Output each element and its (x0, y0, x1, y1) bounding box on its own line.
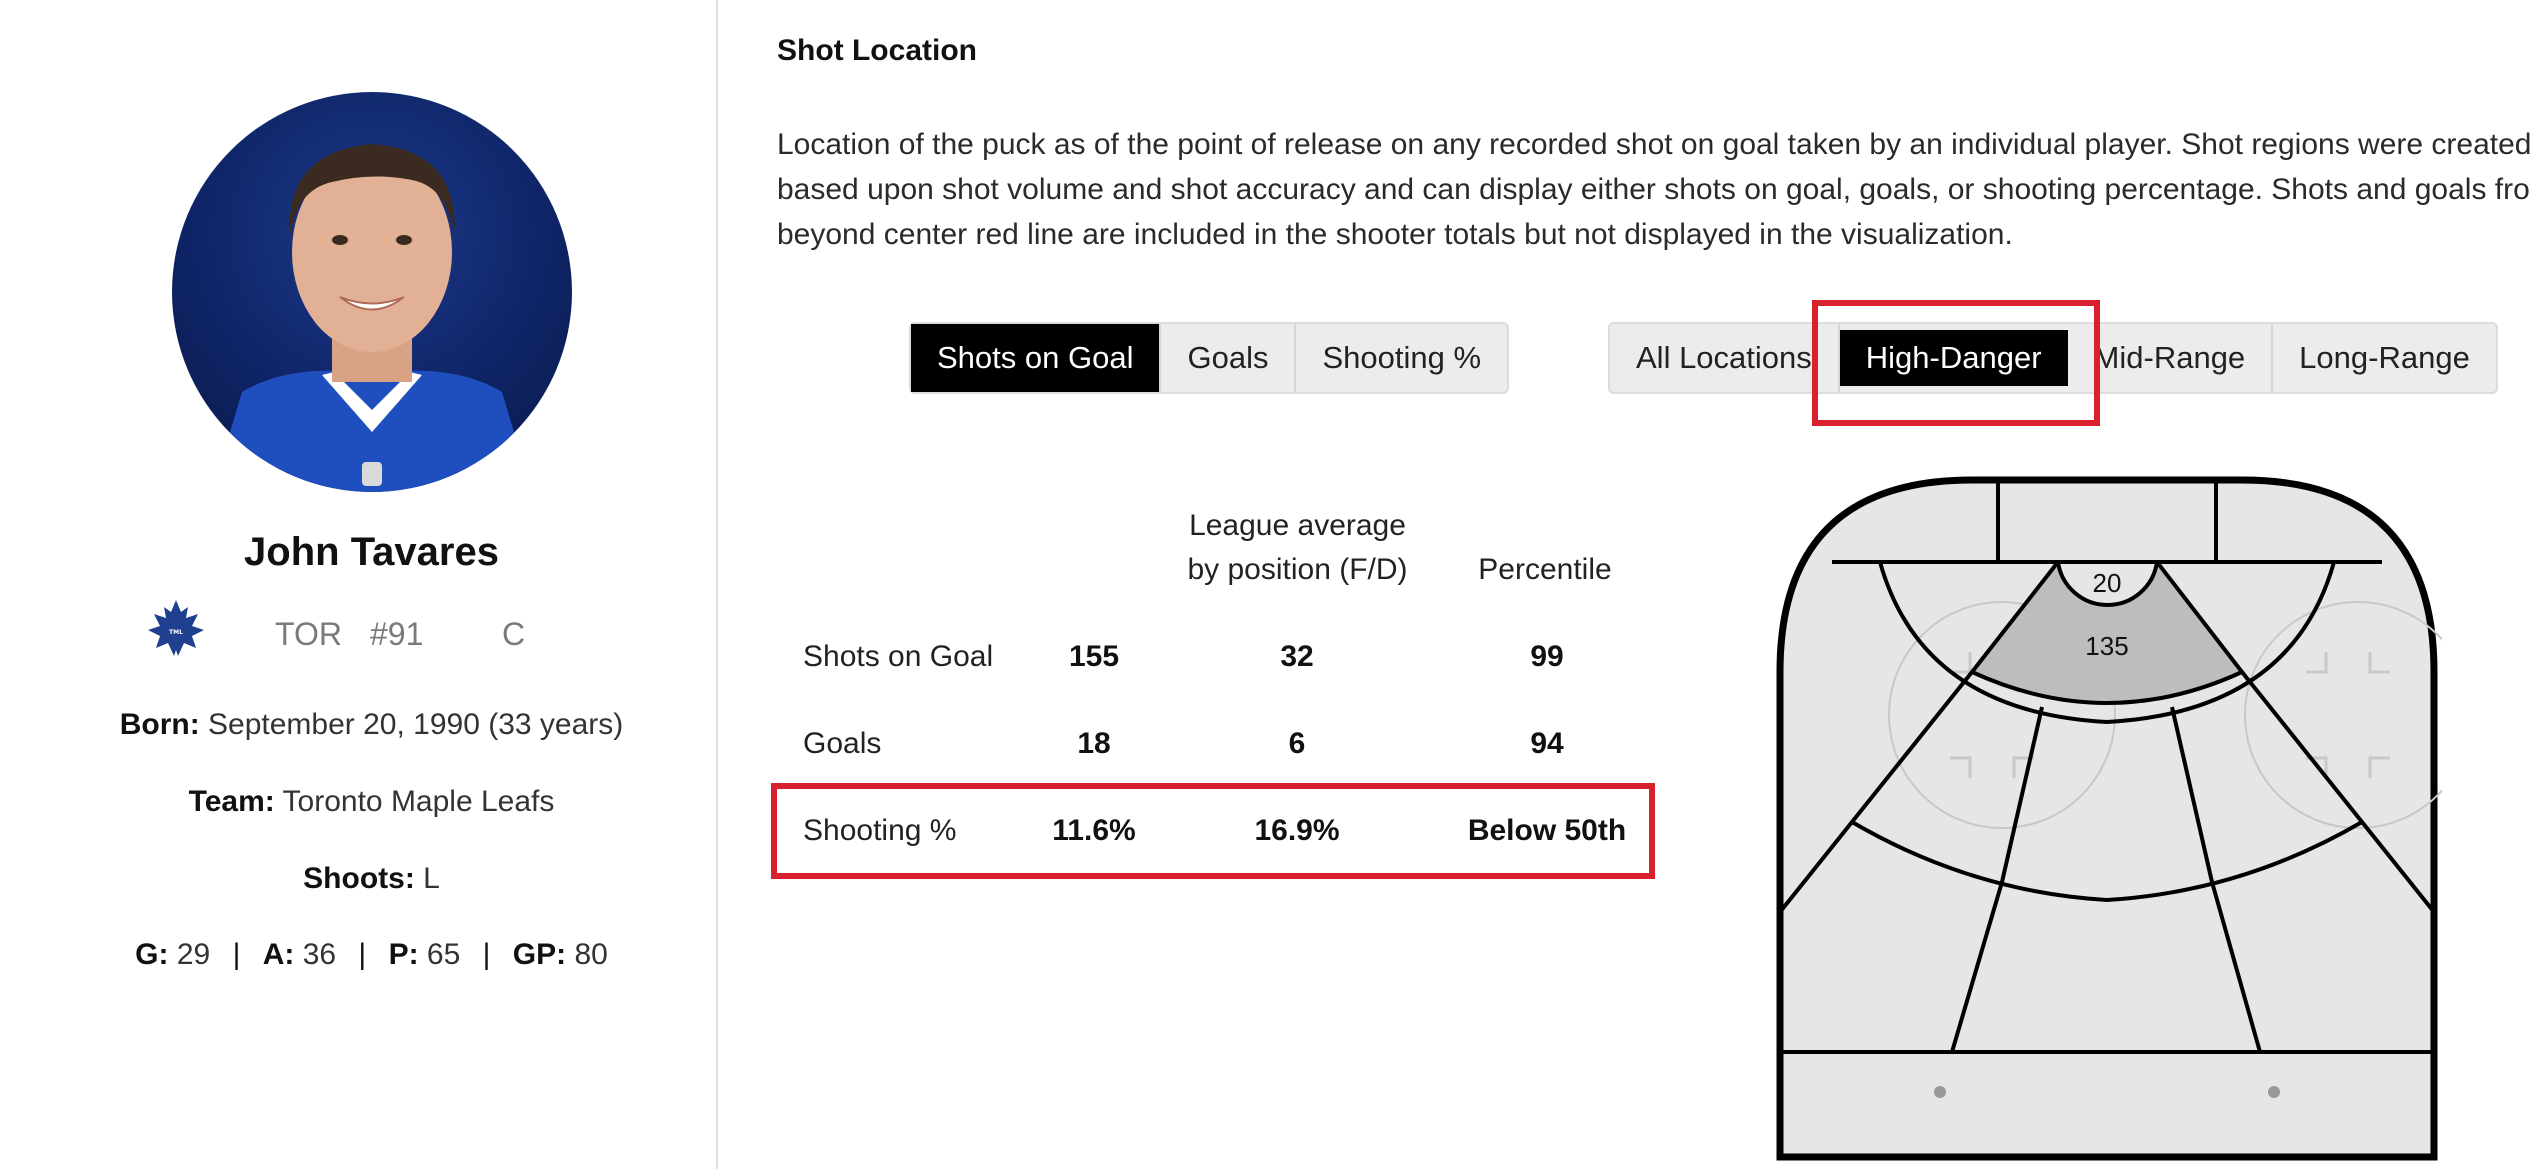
stat-points-value: 65 (426, 938, 461, 971)
player-photo (212, 144, 532, 492)
row-label-shots-on-goal: Shots on Goal (803, 640, 994, 673)
section-description: Location of the puck as of the point of … (777, 128, 2530, 251)
goals-league-average: 6 (1288, 727, 1306, 760)
player-name: John Tavares (244, 530, 499, 574)
stat-goals-label: G: (135, 938, 169, 971)
shooting-pct-button[interactable]: Shooting % (1296, 324, 1507, 392)
league-average-header: League average by position (F/D) (1155, 504, 1440, 592)
season-stats: G: 29 | A: 36 | P: 65 | GP: 80 (0, 938, 743, 972)
shots-on-goal-percentile: 99 (1530, 640, 1564, 673)
range-toggle: All Locations High-Danger Mid-Range Long… (1608, 322, 2498, 394)
team-label: Team: (188, 785, 275, 818)
player-sidebar: John Tavares TML TOR #91 C Born: Septemb… (0, 0, 718, 1169)
goals-percentile: 94 (1530, 727, 1564, 760)
league-average-header-line2: by position (F/D) (1187, 553, 1408, 586)
player-position: C (502, 616, 526, 652)
shoots-label: Shoots: (303, 862, 415, 895)
shots-on-goal-value: 155 (1068, 640, 1120, 673)
shot-location-rink: 20 135 (1776, 476, 2442, 1161)
shooting-pct-percentile: Below 50th (1467, 814, 1627, 847)
svg-text:TML: TML (169, 629, 183, 636)
percentile-header: Percentile (1478, 553, 1612, 586)
maple-leaf-logo-icon: TML (144, 598, 208, 662)
stat-goals-value: 29 (176, 938, 211, 971)
shots-on-goal-league-average: 32 (1280, 640, 1314, 673)
shooting-pct-value: 11.6% (1052, 814, 1136, 847)
stat-assists-label: A: (262, 938, 295, 971)
stat-separator: | (232, 938, 241, 971)
born-line: Born: September 20, 1990 (33 years) (0, 708, 743, 742)
long-range-button[interactable]: Long-Range (2273, 324, 2496, 392)
team-abbreviation: TOR (275, 616, 342, 652)
player-avatar (172, 92, 572, 492)
stat-games-label: GP: (512, 938, 567, 971)
team-row: TML TOR #91 C (0, 600, 743, 660)
stat-points-label: P: (388, 938, 419, 971)
stat-separator: | (482, 938, 491, 971)
team-value: Toronto Maple Leafs (282, 785, 555, 818)
row-label-shooting-pct: Shooting % (803, 814, 957, 847)
team-line: Team: Toronto Maple Leafs (0, 785, 743, 819)
jersey-number: #91 (370, 616, 424, 652)
mid-range-button[interactable]: Mid-Range (2068, 324, 2274, 392)
goals-value: 18 (1077, 727, 1111, 760)
league-average-header-line1: League average (1189, 509, 1406, 542)
slot-shot-count: 135 (2085, 631, 2128, 661)
metric-toggle: Shots on Goal Goals Shooting % (909, 322, 1510, 394)
row-label-goals: Goals (803, 727, 882, 760)
all-locations-button[interactable]: All Locations (1610, 324, 1840, 392)
stat-games-value: 80 (574, 938, 608, 971)
goals-button[interactable]: Goals (1161, 324, 1297, 392)
stat-assists-value: 36 (302, 938, 337, 971)
stat-separator: | (358, 938, 367, 971)
crease-shot-count: 20 (2093, 568, 2122, 598)
born-label: Born: (119, 708, 200, 741)
shoots-line: Shoots: L (0, 862, 743, 896)
shoots-value: L (423, 862, 440, 895)
born-value: September 20, 1990 (33 years) (208, 708, 624, 741)
section-title: Shot Location (777, 34, 977, 67)
shooting-pct-league-average: 16.9% (1254, 814, 1340, 847)
shots-on-goal-button[interactable]: Shots on Goal (911, 324, 1162, 392)
high-danger-button[interactable]: High-Danger (1839, 330, 2068, 386)
